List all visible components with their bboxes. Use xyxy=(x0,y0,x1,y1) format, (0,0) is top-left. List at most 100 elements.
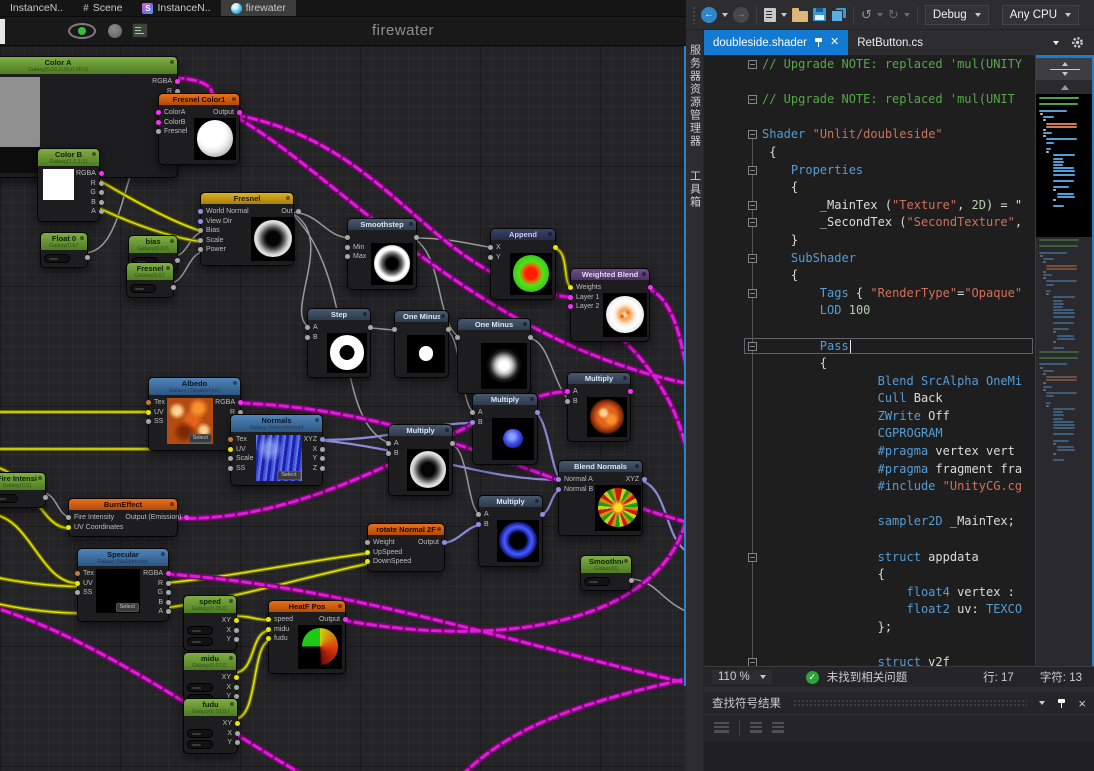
node-multiply[interactable]: MultiplyAB xyxy=(567,372,631,442)
fold-collapse-icon[interactable] xyxy=(748,218,757,227)
output-port[interactable]: R xyxy=(91,179,98,189)
collapse-dot-icon[interactable] xyxy=(170,239,174,243)
output-port[interactable]: XYZ xyxy=(626,475,642,485)
input-port[interactable]: Min xyxy=(351,243,366,253)
output-port[interactable] xyxy=(443,325,445,335)
fold-collapse-icon[interactable] xyxy=(748,95,757,104)
input-port[interactable]: B xyxy=(482,520,489,530)
node-color-b[interactable]: Color BGalaxy(1,1,1,1)RGBARGBA xyxy=(37,148,100,222)
collapse-dot-icon[interactable] xyxy=(80,236,84,240)
save-all-button[interactable] xyxy=(831,8,846,22)
output-port[interactable] xyxy=(82,253,84,263)
code-line[interactable]: struct appdata xyxy=(704,549,1035,567)
collapse-dot-icon[interactable] xyxy=(530,397,534,401)
code-editor[interactable]: // Upgrade NOTE: replaced 'mul(UNITY// U… xyxy=(704,55,1094,666)
collapse-dot-icon[interactable] xyxy=(642,272,646,276)
input-port[interactable]: A xyxy=(476,408,483,418)
tab-doubleside-shader[interactable]: doubleside.shader ✕ xyxy=(704,30,848,55)
code-line[interactable]: { xyxy=(704,355,1035,373)
next-result-icon[interactable] xyxy=(772,722,784,733)
fold-collapse-icon[interactable] xyxy=(748,289,757,298)
code-line[interactable]: struct v2f xyxy=(704,654,1035,666)
output-port[interactable]: XY xyxy=(223,719,234,729)
code-line[interactable]: #include "UnityCG.cg xyxy=(704,478,1035,496)
code-line[interactable]: { xyxy=(704,566,1035,584)
input-port[interactable]: Power xyxy=(204,245,249,255)
value-field[interactable] xyxy=(187,729,213,738)
value-field[interactable] xyxy=(0,494,18,503)
output-port[interactable]: Y xyxy=(227,738,234,748)
console-icon[interactable] xyxy=(132,23,148,38)
value-field[interactable] xyxy=(187,740,213,749)
code-line[interactable]: ZWrite Off xyxy=(704,408,1035,426)
toolbox-tab[interactable]: 工具箱 xyxy=(687,170,703,209)
node-rotate-normal-2f[interactable]: rotate Normal 2FWeightUpSpeedDownSpeedOu… xyxy=(367,523,445,572)
node-heatf-pos[interactable]: HeatF PosspeedmidufuduOutput xyxy=(268,600,346,674)
input-port[interactable]: Max xyxy=(351,252,366,262)
code-line[interactable] xyxy=(704,637,1035,655)
code-line[interactable]: CGPROGRAM xyxy=(704,425,1035,443)
input-port[interactable]: UpSpeed xyxy=(371,548,411,558)
fold-collapse-icon[interactable] xyxy=(748,254,757,263)
output-port[interactable]: XY xyxy=(222,616,233,626)
output-port[interactable]: R xyxy=(158,579,165,589)
output-port[interactable]: A xyxy=(91,207,98,217)
collapse-dot-icon[interactable] xyxy=(409,222,413,226)
node-multiply[interactable]: MultiplyAB xyxy=(388,424,453,496)
input-port[interactable]: Fresnel xyxy=(162,127,187,137)
input-port[interactable]: B xyxy=(311,333,318,343)
code-line[interactable] xyxy=(704,531,1035,549)
output-port[interactable]: Output xyxy=(418,538,441,548)
output-port[interactable]: A xyxy=(158,607,165,617)
collapse-dot-icon[interactable] xyxy=(445,428,449,432)
collapse-dot-icon[interactable] xyxy=(548,232,552,236)
collapse-dot-icon[interactable] xyxy=(38,476,42,480)
undo-button[interactable]: ↺ xyxy=(861,8,872,21)
code-line[interactable] xyxy=(704,496,1035,514)
scroll-up-arrow[interactable] xyxy=(1036,80,1094,94)
new-file-caret[interactable] xyxy=(781,13,787,17)
output-port[interactable]: X xyxy=(312,445,319,455)
output-port[interactable] xyxy=(365,323,367,333)
tab-instance-1[interactable]: InstanceN.. xyxy=(0,0,73,16)
input-port[interactable]: UV Coordinates xyxy=(72,523,123,533)
code-line[interactable] xyxy=(704,74,1035,92)
fold-collapse-icon[interactable] xyxy=(748,658,757,666)
input-port[interactable]: Layer 2 xyxy=(574,302,601,312)
input-port[interactable]: SS xyxy=(234,464,254,474)
fold-collapse-icon[interactable] xyxy=(748,130,757,139)
code-line[interactable]: float2 uv: TEXCO xyxy=(704,601,1035,619)
collapse-dot-icon[interactable] xyxy=(170,60,174,64)
input-port[interactable]: Normal A xyxy=(562,475,593,485)
collapse-dot-icon[interactable] xyxy=(229,656,233,660)
navigate-forward-button[interactable]: → xyxy=(733,7,749,23)
output-port[interactable]: X xyxy=(227,729,234,739)
redo-button[interactable]: ↻ xyxy=(888,8,899,21)
code-line[interactable] xyxy=(704,320,1035,338)
node-weighted-blend[interactable]: Weighted BlendWeightsLayer 1Layer 2 xyxy=(570,268,650,342)
output-port[interactable] xyxy=(411,233,413,243)
collapse-dot-icon[interactable] xyxy=(635,464,639,468)
select-button[interactable]: Select xyxy=(189,434,212,443)
code-line[interactable]: _MainTex ("Texture", 2D) = " xyxy=(704,197,1035,215)
input-port[interactable]: ColorA xyxy=(162,108,187,118)
node-multiply[interactable]: MultiplyAB xyxy=(478,495,543,567)
input-port[interactable] xyxy=(461,333,463,343)
toolbar-grip[interactable] xyxy=(692,6,696,24)
output-port[interactable]: RGBA xyxy=(152,77,174,87)
undo-caret[interactable] xyxy=(877,13,883,17)
output-port[interactable] xyxy=(40,493,42,503)
fold-collapse-icon[interactable] xyxy=(748,166,757,175)
clear-results-icon[interactable] xyxy=(714,722,729,733)
input-port[interactable]: fudu xyxy=(272,634,293,644)
input-port[interactable]: Scale xyxy=(204,236,249,246)
input-port[interactable]: Tex xyxy=(234,435,254,445)
collapse-dot-icon[interactable] xyxy=(161,552,165,556)
code-line[interactable]: #pragma vertex vert xyxy=(704,443,1035,461)
node-step[interactable]: StepAB xyxy=(307,308,371,378)
select-button[interactable]: Select xyxy=(277,471,300,480)
code-line[interactable]: { xyxy=(704,267,1035,285)
output-port[interactable]: XYZ xyxy=(304,435,320,445)
code-line[interactable]: #pragma fragment fra xyxy=(704,461,1035,479)
collapse-dot-icon[interactable] xyxy=(441,314,445,318)
